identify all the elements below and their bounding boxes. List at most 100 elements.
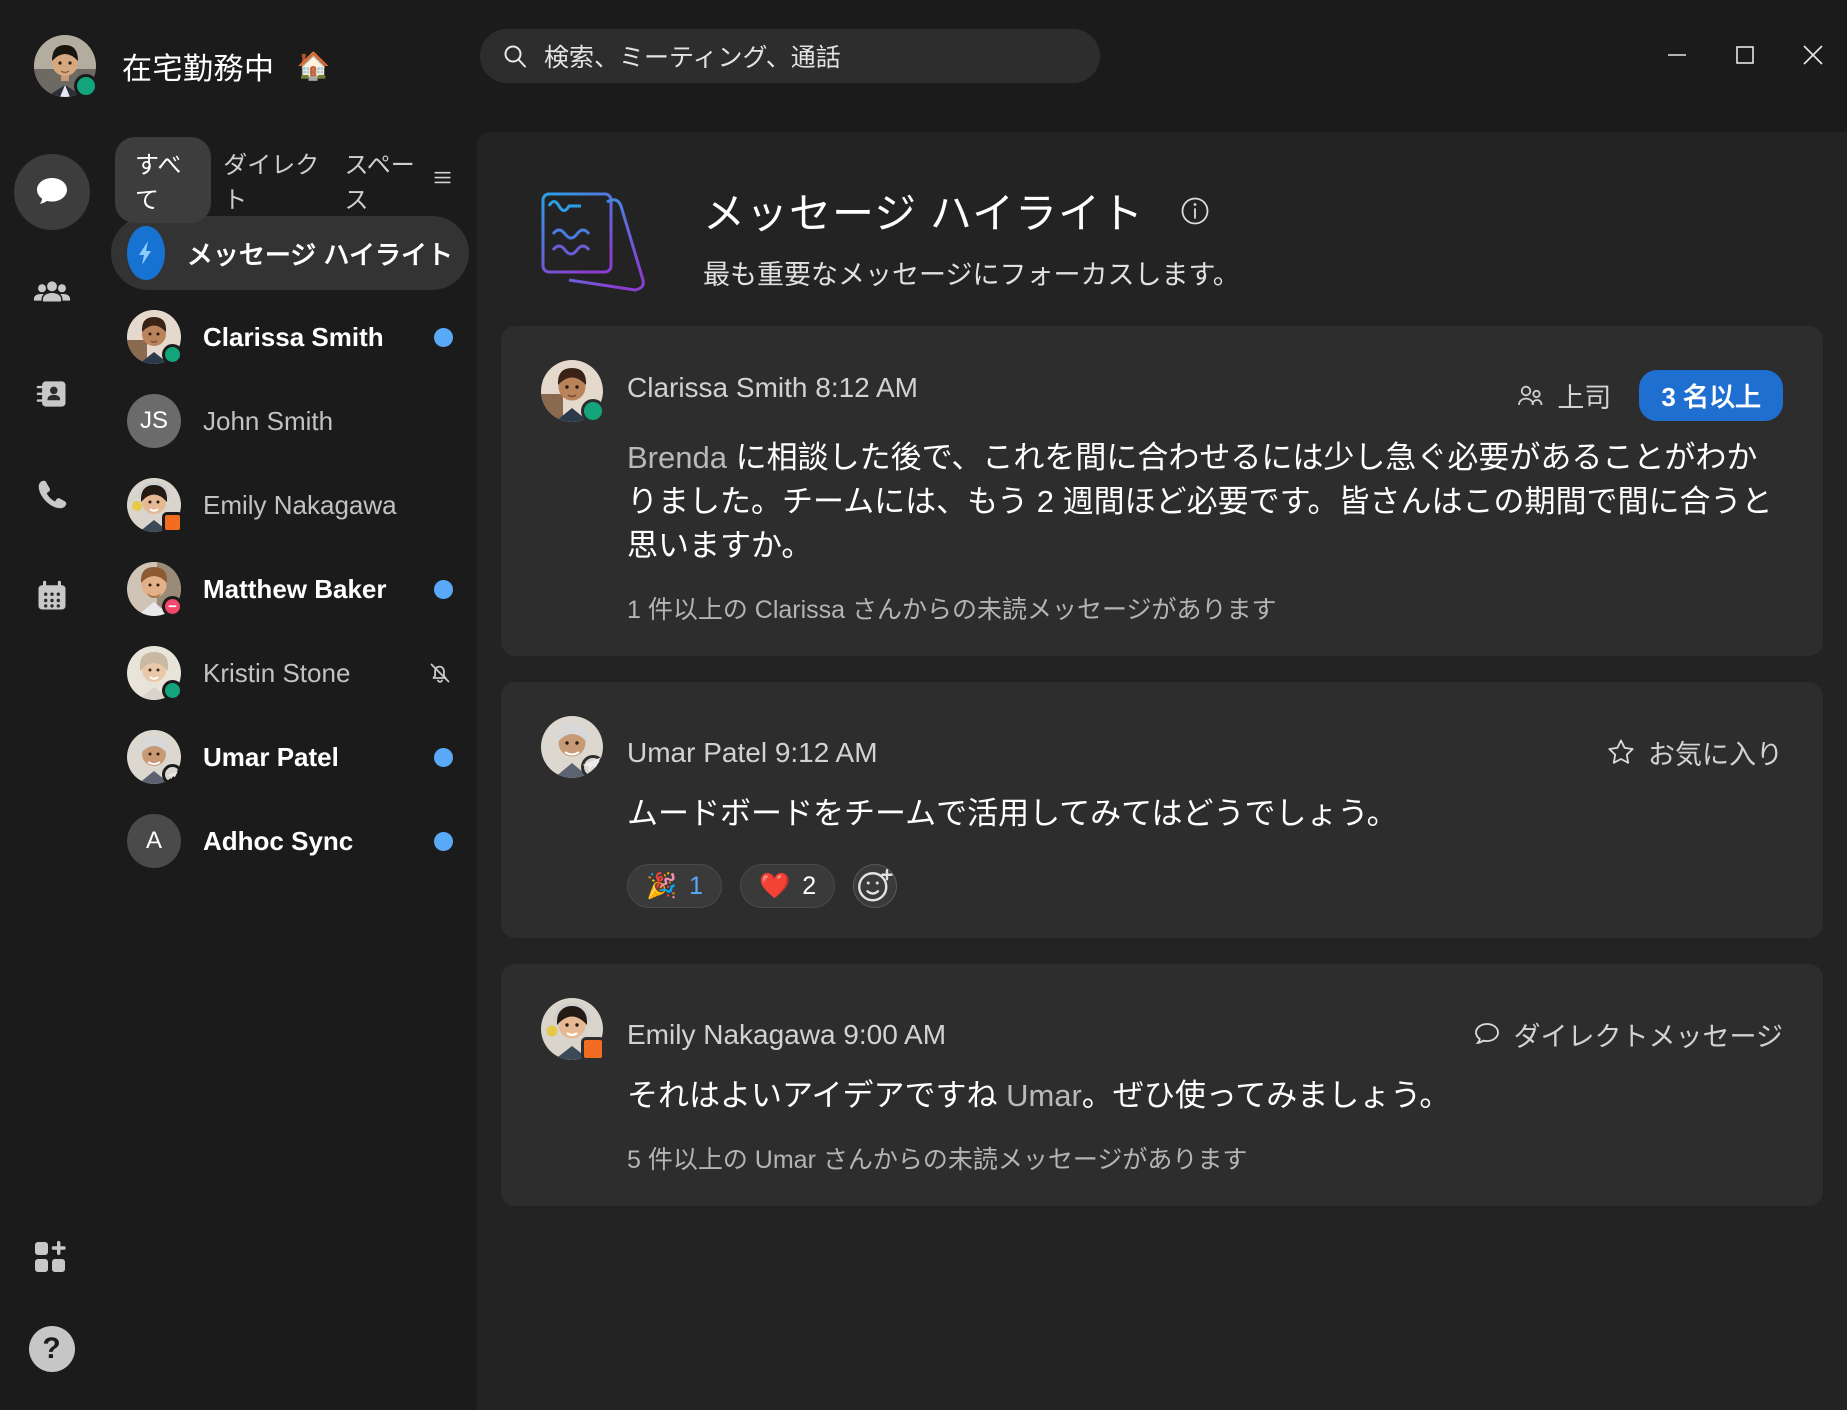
filter-lines-icon[interactable] [432,167,453,193]
page-title: メッセージ ハイライト [703,190,1144,237]
list-item-kristin-stone[interactable]: Kristin Stone [111,636,469,710]
list-item-label: Matthew Baker [203,573,387,604]
user-status-text: 在宅勤務中 [122,53,275,86]
avatar: A [127,814,181,868]
star-icon [1606,737,1636,767]
self-avatar[interactable] [34,35,98,98]
message-header: Umar Patel 9:12 AM お気に入り [541,716,1783,780]
contact-card-icon [36,381,65,407]
badge-direct-message-label: ダイレクトメッセージ [1513,1021,1783,1052]
avatar [541,998,605,1062]
presence-indicator-dnd [162,596,183,617]
add-reaction-icon[interactable] [853,864,898,909]
avatar [127,730,183,785]
rail-item-calling[interactable] [14,457,90,533]
message-badges: お気に入り [1606,723,1783,772]
list-item-label: Clarissa Smith [203,321,384,352]
message-unread-footer: 5 件以上の Umar さんからの未読メッセージがあります [627,1146,1248,1175]
heart-icon: ❤️ [759,871,791,900]
message-unread-footer: 1 件以上の Clarissa さんからの未読メッセージがあります [627,596,1277,625]
message-body-text: に相談した後で、これを間に合わせるには少し急ぐ必要があることがわかりました。チー… [627,440,1773,564]
list-item-label: John Smith [203,405,334,436]
rail-item-teams[interactable] [14,255,90,331]
rail-item-contacts[interactable] [14,356,90,432]
list-item-label: Adhoc Sync [203,825,354,856]
presence-indicator-out-of-office [581,755,605,780]
highlight-card-clarissa[interactable]: Clarissa Smith 8:12 AM 上司 3 名以上 Brenda に… [501,326,1823,657]
unread-dot-icon [434,831,453,851]
mute-bell-icon [427,660,453,686]
filter-chip-all[interactable]: すべて [115,137,212,223]
reaction-heart[interactable]: ❤️ 2 [740,864,836,909]
rail-item-meetings[interactable] [14,558,90,634]
unread-dot-icon [434,747,453,767]
rail-item-messaging[interactable] [13,154,90,230]
list-item-trailing [434,831,453,851]
message-mention: Brenda [627,440,727,475]
highlight-card-umar[interactable]: Umar Patel 9:12 AM お気に入り ムードボードをチームで活用して… [501,682,1823,939]
close-icon [1803,45,1823,65]
panel-title-row: メッセージ ハイライト [703,180,1240,241]
info-icon[interactable] [1180,196,1210,226]
list-item-matthew-baker[interactable]: Matthew Baker [111,552,469,626]
people-icon [33,281,70,302]
avatar [127,646,183,701]
minimize-button[interactable] [1643,20,1711,90]
reaction-count: 1 [689,871,704,900]
panel-subtitle: 最も重要なメッセージにフォーカスします。 [703,260,1240,290]
chat-bubble-badge-icon [1472,1019,1502,1049]
highlights-panel: メッセージ ハイライト 最も重要なメッセージにフォーカスします。 Clariss… [477,132,1847,1410]
highlight-card-emily[interactable]: Emily Nakagawa 9:00 AM ダイレクトメッセージ それはよいア… [501,964,1823,1207]
search-input[interactable]: 検索、ミーティング、通話 [480,29,1100,83]
user-status-block[interactable]: 在宅勤務中 🏠 [0,35,560,98]
reaction-party-popper[interactable]: 🎉 1 [627,864,723,909]
badge-favorite-label: お気に入り [1648,739,1783,770]
list-item-emily-nakagawa[interactable]: Emily Nakagawa [111,468,469,542]
people-badge-icon [1515,381,1545,411]
list-item-adhoc-sync[interactable]: A Adhoc Sync [111,804,469,878]
list-item-label: Emily Nakagawa [203,489,397,520]
message-body: Brenda に相談した後で、これを間に合わせるには少し急ぐ必要があることがわか… [541,436,1783,568]
reaction-count: 2 [802,871,817,900]
message-reactions: 🎉 1 ❤️ 2 [541,864,1783,909]
list-item-trailing [434,579,453,599]
conversation-list: すべて ダイレクト スペース メッセージ ハイライト Clarissa Smit… [103,132,477,1410]
message-header: Emily Nakagawa 9:00 AM ダイレクトメッセージ [541,998,1783,1062]
rail-item-apps[interactable] [14,1220,90,1296]
message-body-text: ムードボードをチームで活用してみてはどうでしょう。 [627,796,1398,832]
badge-manager-label: 上司 [1557,383,1612,413]
avatar [127,478,183,533]
app-window: 在宅勤務中 🏠 検索、ミーティング、通話 ? すべて ダイレクト スペース メッ… [0,0,1847,1410]
maximize-button[interactable] [1711,20,1779,90]
presence-indicator-available [162,344,183,365]
presence-indicator-available [581,399,605,423]
message-badges: ダイレクトメッセージ [1472,1005,1783,1054]
list-item-trailing [427,660,453,686]
list-item-umar-patel[interactable]: Umar Patel [111,720,469,794]
status-emoji-house-icon: 🏠 [296,50,331,81]
message-highlights-illustration [531,176,671,296]
badge-participants-pill: 3 名以上 [1639,370,1783,421]
phone-icon [38,480,66,509]
close-button[interactable] [1779,20,1847,90]
avatar [127,310,183,365]
message-body-text: それはよいアイデアですね [627,1078,1007,1114]
filter-chip-direct[interactable]: ダイレクト [211,137,332,223]
panel-header-text: メッセージ ハイライト 最も重要なメッセージにフォーカスします。 [703,180,1240,292]
avatar [127,562,183,617]
help-icon[interactable]: ? [28,1326,75,1372]
avatar [541,716,605,780]
conversation-filters: すべて ダイレクト スペース [103,137,477,223]
filter-chip-spaces[interactable]: スペース [332,137,431,223]
search-placeholder: 検索、ミーティング、通話 [544,44,841,72]
list-item-label: メッセージ ハイライト [186,239,453,270]
list-item-message-highlights[interactable]: メッセージ ハイライト [111,216,469,290]
message-author-time: Umar Patel 9:12 AM [627,737,878,769]
message-body: それはよいアイデアですね Umar。ぜひ使ってみましょう。 [541,1074,1783,1118]
window-controls [1643,0,1847,110]
list-item-clarissa-smith[interactable]: Clarissa Smith [111,300,469,374]
list-item-john-smith[interactable]: JS John Smith [111,384,469,458]
message-mention: Umar [1006,1078,1082,1114]
message-badges: 上司 3 名以上 [1515,360,1783,421]
search-icon [502,43,528,69]
